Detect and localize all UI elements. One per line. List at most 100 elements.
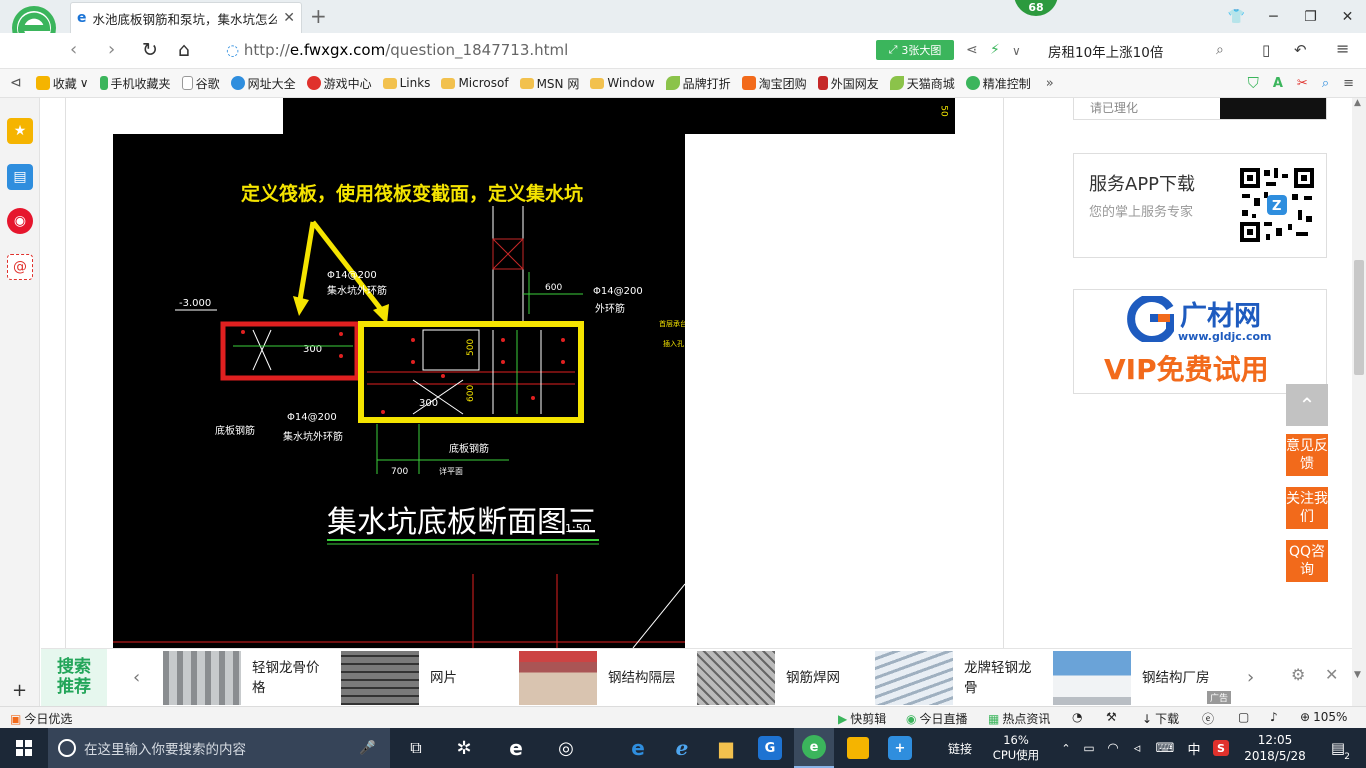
glodon-icon[interactable]: G	[750, 728, 790, 768]
favorites-icon[interactable]: ★	[7, 118, 33, 144]
teamviewer-icon[interactable]: +	[880, 728, 920, 768]
back-to-top-icon[interactable]: ⌃	[1286, 384, 1328, 426]
bookmark-item[interactable]: 淘宝团购	[741, 75, 807, 92]
ie-mode-icon[interactable]: ⓔ	[1202, 710, 1214, 727]
search-icon[interactable]: ⌕	[1216, 42, 1224, 58]
bookmark-item[interactable]: 天猫商城	[889, 75, 955, 92]
clock[interactable]: 12:05 2018/5/28	[1240, 728, 1310, 768]
browser-taskbar-icon[interactable]: e	[794, 728, 834, 768]
scissors-icon[interactable]: ✂	[1297, 76, 1308, 91]
gldjc-ad-card[interactable]: 广材网 www.gldjc.com VIP免费试用	[1073, 289, 1327, 394]
lightning-icon[interactable]: ⚡	[990, 42, 1000, 58]
app-download-card[interactable]: 服务APP下载 您的掌上服务专家 Z	[1073, 153, 1327, 258]
bookmark-item[interactable]: 谷歌	[181, 75, 220, 92]
keyboard-icon[interactable]: ⌨	[1150, 728, 1180, 768]
reload-icon[interactable]: ↻	[142, 39, 158, 61]
sound-icon[interactable]: ♪	[1270, 710, 1278, 724]
downloads[interactable]: ↓ 下载	[1142, 710, 1179, 727]
close-icon[interactable]: ✕	[1325, 665, 1338, 684]
recommend-item[interactable]: 钢结构隔层	[519, 651, 687, 705]
recommend-item[interactable]: 钢结构厂房	[1053, 651, 1221, 705]
add-icon[interactable]: +	[12, 680, 27, 701]
follow-button[interactable]: 关注我们	[1286, 487, 1328, 529]
live[interactable]: ◉ 今日直播	[906, 710, 968, 727]
ie-taskbar-icon[interactable]: e	[496, 728, 536, 768]
bookmark-item[interactable]: 收藏 ∨	[35, 75, 89, 92]
share-icon[interactable]: ⋖	[966, 42, 978, 58]
restore-icon[interactable]: ❐	[1292, 0, 1329, 33]
volume-icon[interactable]: ◃	[1126, 728, 1148, 768]
broom-icon[interactable]: ⚒	[1106, 710, 1117, 724]
sogou-icon[interactable]: S	[1208, 728, 1234, 768]
close-tab-icon[interactable]: ✕	[283, 10, 295, 26]
today-picks[interactable]: ▣ 今日优选	[10, 710, 72, 727]
menu-icon[interactable]: ≡	[1343, 76, 1354, 91]
email-icon[interactable]: @	[7, 254, 33, 280]
wifi-icon[interactable]: ◠	[1102, 728, 1124, 768]
big-image-button[interactable]: ⤢ 3张大图	[876, 40, 954, 60]
hot-news[interactable]: ▦ 热点资讯	[988, 710, 1050, 727]
cpu-meter[interactable]: 16% CPU使用	[988, 728, 1044, 768]
shirt-icon[interactable]: 👕	[1218, 0, 1255, 33]
prev-arrow-icon[interactable]: ‹	[133, 667, 140, 688]
task-view-icon[interactable]: ⧉	[396, 728, 436, 768]
bookmark-item[interactable]: Microsof	[441, 76, 509, 90]
drive-icon[interactable]: ▭	[1078, 728, 1100, 768]
shield-icon[interactable]: ⛉	[1248, 74, 1259, 92]
vertical-scrollbar[interactable]: ▲ ▼	[1352, 98, 1366, 706]
recommend-item[interactable]: 钢筋焊网	[697, 651, 865, 705]
scroll-up-icon[interactable]: ▲	[1354, 98, 1361, 108]
internet-explorer-icon[interactable]: ℯ	[662, 728, 702, 768]
more-bookmarks-icon[interactable]: »	[1046, 76, 1054, 91]
reading-list-icon[interactable]: ▤	[7, 164, 33, 190]
qq-consult-button[interactable]: QQ咨询	[1286, 540, 1328, 582]
notes-icon[interactable]	[838, 728, 878, 768]
notification-badge[interactable]: 68	[1014, 0, 1058, 16]
action-center-icon[interactable]: ▤ 2	[1318, 728, 1358, 768]
taskbar-search-input[interactable]: 在这里输入你要搜索的内容 🎤	[48, 728, 390, 768]
feedback-button[interactable]: 意见反馈	[1286, 434, 1328, 476]
recommend-item[interactable]: 龙牌轻钢龙骨	[875, 651, 1043, 705]
ime-indicator[interactable]: 中	[1182, 728, 1206, 768]
bookmark-item[interactable]: MSN 网	[519, 75, 579, 92]
search-input[interactable]: 房租10年上涨10倍	[1048, 41, 1163, 61]
bookmark-item[interactable]: Window	[590, 76, 655, 90]
bookmark-item[interactable]: 游戏中心	[306, 75, 372, 92]
edge-icon[interactable]: e	[618, 728, 658, 768]
undo-icon[interactable]: ↶	[1294, 41, 1307, 59]
url-field[interactable]: ◌ http://e.fwxgx.com/question_1847713.ht…	[226, 41, 568, 59]
bookmark-item[interactable]: Links	[382, 76, 430, 90]
browser-tab[interactable]: e 水池底板钢筋和泵坑，集水坑怎么 ✕	[70, 2, 302, 33]
recommend-item[interactable]: 轻钢龙骨价格	[163, 651, 331, 705]
settings-icon[interactable]: ⚙	[1291, 665, 1305, 684]
bookmark-item[interactable]: 网址大全	[230, 75, 296, 92]
translate-icon[interactable]: A	[1273, 76, 1283, 91]
bookmark-item[interactable]: 品牌打折	[665, 75, 731, 92]
new-tab-button[interactable]: +	[310, 4, 327, 28]
recommend-item[interactable]: 网片	[341, 651, 509, 705]
microphone-icon[interactable]: 🎤	[359, 740, 376, 756]
zoom-icon[interactable]: ⌕	[1322, 76, 1329, 91]
phone-icon[interactable]: ▯	[1262, 41, 1270, 59]
weibo-icon[interactable]: ◉	[7, 208, 33, 234]
bookmark-item[interactable]: 手机收藏夹	[99, 75, 171, 92]
quick-edit[interactable]: ▶ 快剪辑	[838, 710, 886, 727]
top-card[interactable]: 请已理化	[1073, 98, 1327, 120]
bookmark-item[interactable]: 精准控制	[965, 75, 1031, 92]
scroll-down-icon[interactable]: ▼	[1354, 670, 1361, 680]
menu-icon[interactable]: ≡	[1336, 39, 1349, 58]
app-icon[interactable]: ◎	[546, 728, 586, 768]
collapse-sidebar-icon[interactable]: ⊲	[10, 75, 22, 91]
pinwheel-icon[interactable]: ✲	[444, 728, 484, 768]
home-icon[interactable]: ⌂	[178, 39, 190, 61]
windows-start-icon[interactable]	[0, 728, 48, 768]
zoom-level[interactable]: ⊕ 105%	[1300, 710, 1347, 724]
back-icon[interactable]: ‹	[70, 39, 77, 60]
tray-chevron-icon[interactable]: ⌃	[1056, 728, 1076, 768]
file-explorer-icon[interactable]: ▆	[706, 728, 746, 768]
close-window-icon[interactable]: ✕	[1329, 0, 1366, 33]
scrollbar-thumb[interactable]	[1354, 260, 1364, 375]
speed-icon[interactable]: ◔	[1072, 710, 1082, 724]
window-icon[interactable]: ▢	[1238, 710, 1249, 724]
minimize-icon[interactable]: ─	[1255, 0, 1292, 33]
